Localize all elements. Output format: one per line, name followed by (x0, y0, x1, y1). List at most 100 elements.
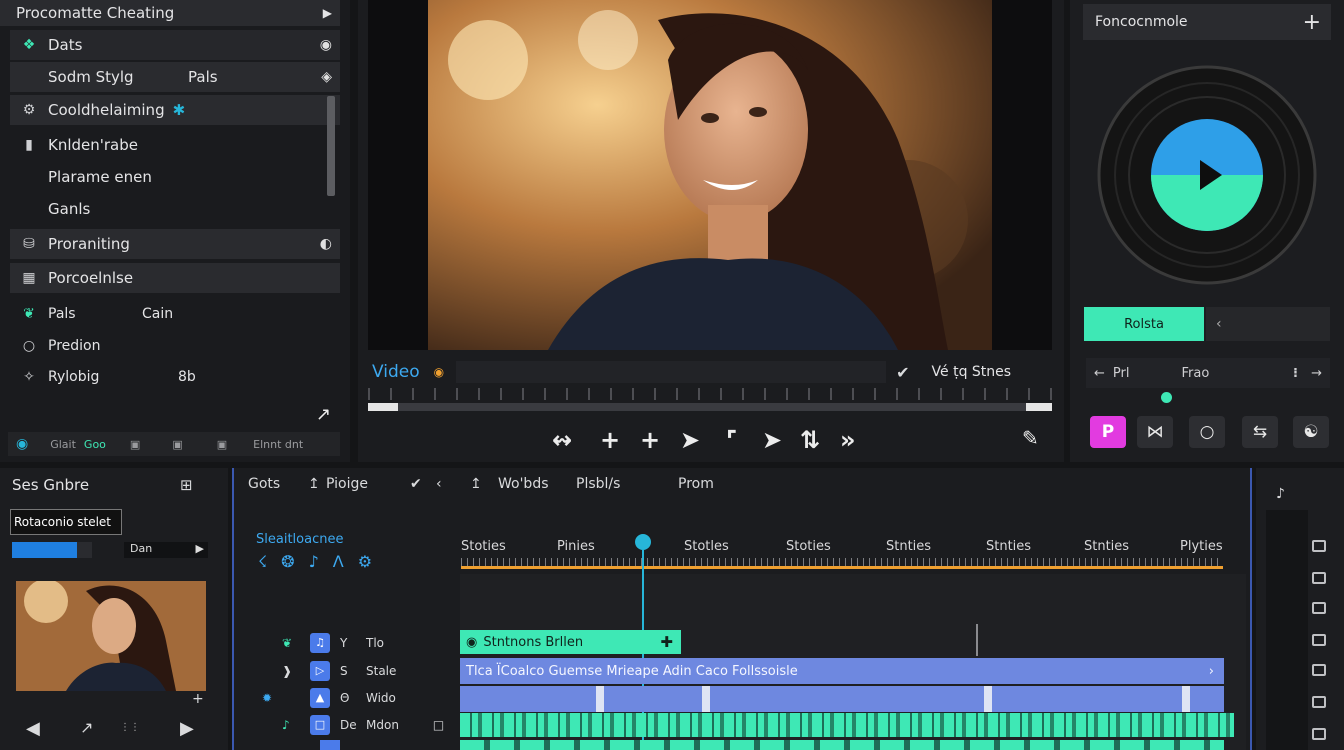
audio-disc[interactable] (1096, 64, 1318, 286)
link-icon[interactable]: ❂ (281, 552, 294, 571)
menu-item-pals[interactable]: ❦ Pals Cain (10, 299, 340, 329)
checkbox-icon[interactable]: □ (433, 718, 444, 732)
track-lock-icon[interactable] (320, 740, 340, 750)
expand-icon[interactable]: ↗ (80, 718, 93, 737)
playhead-handle[interactable] (635, 534, 651, 550)
timeline-gots[interactable]: Gots (248, 476, 280, 492)
track-lock-icon[interactable]: ▲ (310, 688, 330, 708)
cursor-icon[interactable]: ↥ (308, 476, 320, 492)
list-icon[interactable] (1312, 572, 1326, 584)
timeline-prom[interactable]: Prom (678, 476, 714, 492)
clip-title[interactable]: ◉ Stntnons Brllen ✚ (460, 630, 681, 654)
chevron-left-icon[interactable]: ‹ (436, 476, 442, 492)
check-icon[interactable]: ✔ (896, 363, 909, 382)
list-icon[interactable] (1312, 728, 1326, 740)
media-thumbnail[interactable] (16, 581, 206, 691)
menu-item-plarame[interactable]: Plarame enen (10, 162, 340, 192)
cluster-icon[interactable]: ✹ (262, 691, 310, 705)
drop-icon[interactable]: ❱ (282, 664, 310, 678)
menu-item-cooldhelaiming[interactable]: ⚙ Cooldhelaiming ✱ (10, 95, 340, 125)
clip-audio-markers[interactable] (460, 686, 1224, 712)
track-lock-icon[interactable]: ♫ (310, 633, 330, 653)
media-dropdown[interactable]: Dan ▶ (124, 542, 208, 558)
list-icon[interactable] (1312, 602, 1326, 614)
media-grid-icon[interactable]: ⊞ (180, 476, 193, 494)
info-icon[interactable]: ⁝ (1293, 366, 1298, 381)
pen-icon[interactable]: ✎ (1022, 426, 1039, 450)
scrub-track[interactable] (368, 403, 1052, 411)
scrollbar[interactable] (327, 96, 335, 196)
menu-item-rylobig[interactable]: ✧ Rylobig 8b (10, 362, 340, 392)
timeline-wobds[interactable]: Wo'bds (498, 476, 549, 492)
diamond-icon[interactable]: ◈ (321, 69, 332, 85)
arrow-left-icon[interactable]: ← (1094, 366, 1105, 381)
add-marker-icon[interactable]: + (640, 426, 660, 454)
menu-item-dats[interactable]: ❖ Dats ◉ (10, 30, 340, 60)
music-icon[interactable]: ♪ (309, 552, 319, 571)
tab-collapse[interactable]: ‹ (1206, 307, 1330, 341)
track-lock-icon[interactable]: ▷ (310, 661, 330, 681)
snap-icon[interactable]: ☇ (258, 552, 267, 571)
user-icon[interactable]: ☯ (1293, 416, 1329, 448)
thumbnail-add-icon[interactable]: + (192, 691, 204, 707)
vertical-scroll[interactable] (1266, 510, 1308, 750)
arrow-up-icon[interactable]: ↥ (470, 476, 482, 492)
track-lock-icon[interactable]: □ (310, 715, 330, 735)
record-marker-icon[interactable]: ◉ (434, 365, 444, 379)
marker-icon[interactable]: Λ (333, 552, 344, 571)
menu-item-style[interactable]: Sodm Stylg Pals ◈ (10, 62, 340, 92)
add-icon[interactable]: ✚ (660, 633, 673, 651)
clip-waveform-2[interactable] (460, 740, 1224, 750)
bowtie-icon[interactable]: ⋈ (1137, 416, 1173, 448)
next-icon[interactable]: ▶ (180, 718, 194, 739)
list-icon[interactable] (1312, 540, 1326, 552)
premiere-icon[interactable]: P (1090, 416, 1126, 448)
arrow-right-icon[interactable]: → (1311, 366, 1322, 381)
scrub-ruler[interactable] (368, 388, 1052, 400)
split-icon[interactable]: ➤ (680, 426, 700, 454)
ruler-ticks[interactable] (461, 558, 1223, 566)
chevron-right-icon[interactable]: ▶ (323, 6, 332, 20)
music-icon[interactable]: ♪ (282, 718, 310, 732)
shield-small-icon[interactable]: ▣ (172, 438, 182, 451)
menu-item-knlden[interactable]: ▮ Knlden'rabe (10, 130, 340, 160)
lock-icon[interactable]: ▣ (130, 438, 140, 451)
list-icon[interactable] (1312, 634, 1326, 646)
add-icon[interactable]: + (600, 426, 620, 454)
clip-waveform[interactable] (460, 713, 1234, 737)
box-icon[interactable]: ▣ (217, 438, 227, 451)
media-search-input[interactable]: Rotaconio stelet (10, 509, 122, 535)
globe-icon[interactable]: ◉ (16, 436, 28, 452)
list-icon[interactable] (1312, 696, 1326, 708)
swap-icon[interactable]: ⇆ (1242, 416, 1278, 448)
video-label[interactable]: Video (372, 362, 420, 382)
settings-icon[interactable]: ⚙ (358, 552, 372, 571)
prev-icon[interactable]: ◀ (26, 718, 40, 739)
tab-rolsta[interactable]: Rolsta (1084, 307, 1204, 341)
level-dot[interactable] (1161, 392, 1172, 403)
ripple-tool-icon[interactable]: ↭ (552, 426, 572, 454)
circle-button-icon[interactable]: ○ (1189, 416, 1225, 448)
add-icon[interactable]: + (1303, 10, 1321, 35)
menu-item-predion[interactable]: ○ Predion (10, 331, 340, 361)
menu-item-ganls[interactable]: Ganls (10, 194, 340, 224)
menu-item-proraniting[interactable]: ⛁ Proraniting ◐ (10, 229, 340, 259)
timeline-pioige[interactable]: Pioige (326, 476, 368, 492)
half-circle-icon[interactable]: ◐ (320, 236, 332, 252)
razor-icon[interactable]: ➤ (762, 426, 782, 454)
forward-icon[interactable]: » (840, 426, 856, 454)
expand-arrow-icon[interactable]: ↗ (316, 404, 331, 425)
record-icon[interactable]: ◉ (320, 37, 332, 53)
left-panel-header[interactable]: Procomatte Cheating ▶ (0, 0, 340, 26)
list-icon[interactable] (1312, 664, 1326, 676)
leaf-icon[interactable]: ❦ (282, 636, 310, 650)
menu-item-porcoelnlse[interactable]: ▦ Porcoelnlse (10, 263, 340, 293)
music-note-icon[interactable]: ♪ (1276, 486, 1285, 502)
trim-icon[interactable]: ⌜ (726, 426, 737, 454)
timeline-plsbls[interactable]: Plsbl/s (576, 476, 620, 492)
circle-icon: ○ (22, 338, 36, 354)
chevron-right-icon[interactable]: › (1209, 664, 1214, 679)
check-icon[interactable]: ✔ (410, 476, 422, 492)
slip-icon[interactable]: ⇅ (800, 426, 820, 454)
clip-video[interactable]: Tlca ÏCoalco Guemse Mrieape Adin Caco Fo… (460, 658, 1224, 684)
